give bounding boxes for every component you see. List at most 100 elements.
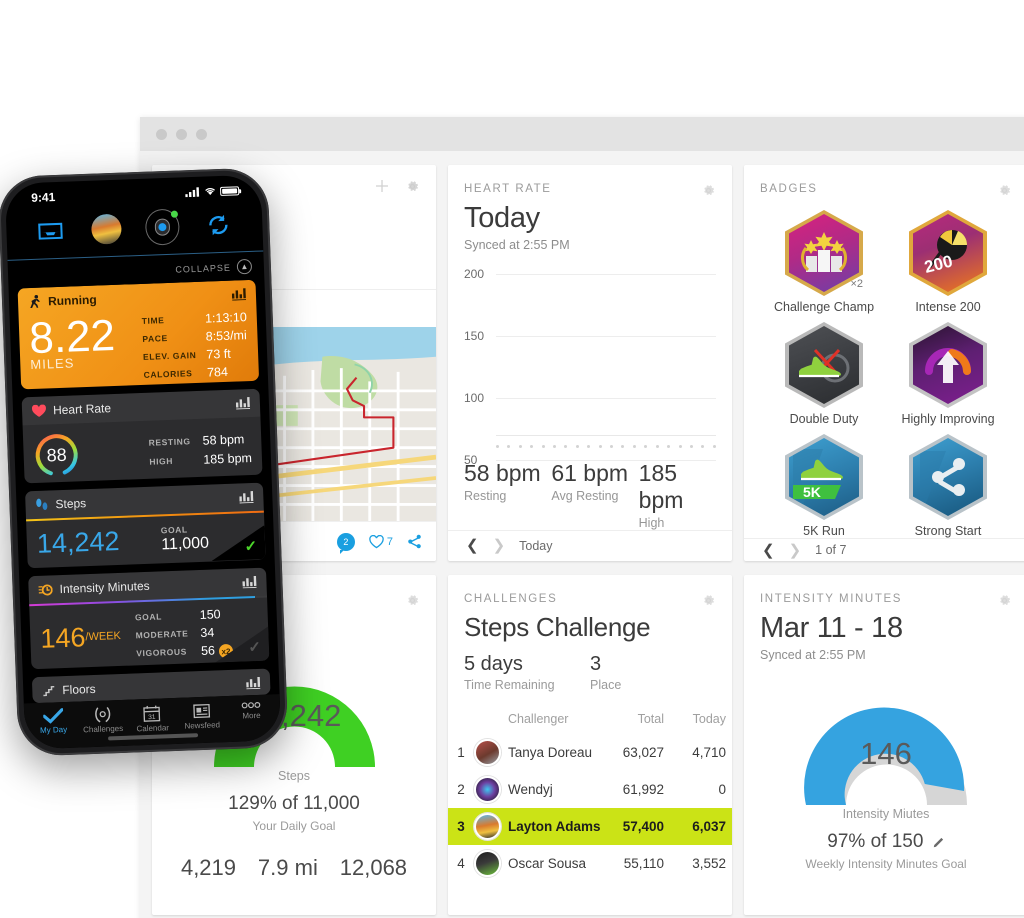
row-total: 63,027: [622, 745, 664, 760]
collapse-label: COLLAPSE: [175, 262, 232, 275]
phone-heart-rate-card[interactable]: Heart Rate 88 RESTING 58 bpm HIGH 185 bp…: [21, 389, 263, 484]
badge-item[interactable]: Double Duty: [762, 322, 886, 426]
hr-key: RESTING: [148, 436, 191, 448]
row-name[interactable]: Oscar Sousa: [508, 845, 608, 882]
avatar: [474, 776, 501, 803]
intensity-unit: Intensity Miutes: [842, 807, 930, 821]
table-row[interactable]: 3 Layton Adams 57,400 6,037: [448, 808, 732, 845]
running-value: 73 ft: [206, 346, 231, 362]
avatar: [474, 739, 501, 766]
bar-chart-icon[interactable]: [235, 397, 251, 410]
row-today: 6,037: [692, 819, 726, 834]
phone-top-icon-row: [5, 200, 264, 261]
time-remaining-label: Time Remaining: [464, 678, 555, 692]
tab-my-day[interactable]: My Day: [28, 708, 79, 738]
heart-rate-card-head: HEART RATE: [448, 165, 732, 198]
next-day-button[interactable]: ❯: [493, 538, 506, 553]
row-total: 57,400: [622, 819, 664, 834]
badge-item[interactable]: 200 Intense 200: [886, 210, 1010, 314]
badge-item[interactable]: 5K 5K Run: [762, 434, 886, 538]
hr-avg-value: 61 bpm: [551, 459, 629, 486]
intensity-gauge-center: 146: [784, 736, 989, 772]
chevron-up-icon[interactable]: ▲: [236, 258, 253, 275]
row-name[interactable]: Wendyj: [508, 771, 608, 808]
device-connected-dot: [170, 210, 179, 218]
heart-rate-series: [496, 283, 716, 406]
row-total: 61,992: [622, 782, 664, 797]
tab-newsfeed[interactable]: Newsfeed: [177, 702, 228, 732]
bar-chart-icon[interactable]: [242, 575, 257, 588]
tab-more[interactable]: More: [226, 700, 277, 730]
svg-text:5K: 5K: [803, 484, 821, 500]
table-row[interactable]: 1 Tanya Doreau 63,027 4,710: [448, 734, 732, 771]
steps-bottom-stat-1: 4,219: [180, 855, 237, 880]
watch-device-icon[interactable]: [144, 208, 181, 246]
hr-card-body: 88 RESTING 58 bpm HIGH 185 bpm: [23, 417, 263, 483]
y-tick-100: 100: [464, 391, 485, 405]
steps-goal-label: Your Daily Goal: [252, 819, 336, 833]
hr-resting-label: Resting: [464, 488, 507, 503]
inbox-icon[interactable]: [33, 214, 68, 249]
profile-avatar[interactable]: [89, 212, 124, 247]
add-icon[interactable]: [375, 179, 389, 193]
comment-count-badge[interactable]: 2: [336, 532, 355, 554]
bar-chart-icon[interactable]: [246, 676, 261, 690]
running-key: CALORIES: [143, 368, 193, 380]
badge-item[interactable]: Strong Start: [886, 434, 1010, 538]
floors-card-title: Floors: [62, 681, 96, 698]
running-key: PACE: [142, 333, 168, 344]
like-group[interactable]: 7: [369, 534, 393, 549]
heart-rate-subtitle: Synced at 2:55 PM: [464, 238, 570, 252]
phone-steps-card[interactable]: Steps 14,242 GOAL 11,000 ✓: [24, 482, 266, 568]
tab-challenges[interactable]: Challenges: [78, 706, 129, 736]
edit-pencil-icon[interactable]: [933, 836, 945, 848]
badge-item[interactable]: Highly Improving: [886, 322, 1010, 426]
gear-icon[interactable]: [997, 183, 1012, 198]
im-card-title: Intensity Minutes: [59, 578, 150, 596]
row-name[interactable]: Tanya Doreau: [508, 734, 608, 771]
check-icon: ✓: [247, 638, 262, 657]
row-name[interactable]: Layton Adams: [508, 808, 608, 845]
heart-rate-card-footer: ❮ ❯ Today: [448, 529, 732, 561]
bar-chart-icon[interactable]: [239, 491, 254, 504]
tab-label: Newsfeed: [184, 720, 221, 731]
next-badges-button[interactable]: ❯: [789, 543, 802, 558]
heart-icon: [31, 404, 46, 417]
gear-icon[interactable]: [701, 593, 716, 608]
bar-chart-icon[interactable]: [231, 288, 247, 301]
table-row[interactable]: 4 Oscar Sousa 55,110 3,552: [448, 845, 732, 882]
prev-badges-button[interactable]: ❮: [762, 543, 775, 558]
intensity-card-head: INTENSITY MINUTES: [744, 575, 1024, 608]
row-today: 0: [718, 782, 726, 797]
gear-icon[interactable]: [997, 593, 1012, 608]
intensity-gauge-wrap: 146 Intensity Miutes 97% of 150 Weekly I…: [744, 662, 1024, 871]
table-row[interactable]: 2 Wendyj 61,992 0: [448, 771, 732, 808]
intensity-percent: 97% of 150: [827, 831, 924, 852]
challenges-kicker: CHALLENGES: [464, 593, 558, 605]
running-icon: [30, 294, 41, 309]
gear-icon[interactable]: [405, 593, 420, 608]
tab-calendar[interactable]: 31 Calendar: [127, 704, 178, 734]
avatar: [474, 850, 501, 877]
steps-value-mobile: 14,242: [36, 525, 121, 559]
steps-goal-group: GOAL 11,000: [161, 524, 210, 555]
gear-icon[interactable]: [405, 179, 420, 194]
sync-icon[interactable]: [201, 207, 236, 242]
status-icons: [185, 185, 240, 198]
strong-start-art: [920, 451, 965, 503]
badges-grid: ×2 Challenge Champ 200 Intense 200 Doubl…: [744, 198, 1024, 538]
hr-high-value: 185 bpm: [638, 459, 684, 513]
gear-icon[interactable]: [701, 183, 716, 198]
share-icon[interactable]: [407, 534, 422, 549]
phone-running-card[interactable]: Running 8.22 MILES TIME 1:13:10 PACE 8:5…: [17, 279, 260, 390]
badge-label: Double Duty: [789, 412, 859, 426]
row-today: 4,710: [692, 745, 726, 760]
prev-day-button[interactable]: ❮: [466, 538, 479, 553]
running-key: TIME: [141, 315, 165, 326]
window-maximize-dot[interactable]: [196, 128, 207, 140]
window-minimize-dot[interactable]: [176, 128, 187, 140]
window-close-dot[interactable]: [156, 128, 167, 140]
phone-intensity-card[interactable]: Intensity Minutes 146/WEEK GOAL 150 MODE…: [28, 567, 270, 670]
badge-item[interactable]: ×2 Challenge Champ: [762, 210, 886, 314]
place-value: 3: [590, 653, 602, 675]
